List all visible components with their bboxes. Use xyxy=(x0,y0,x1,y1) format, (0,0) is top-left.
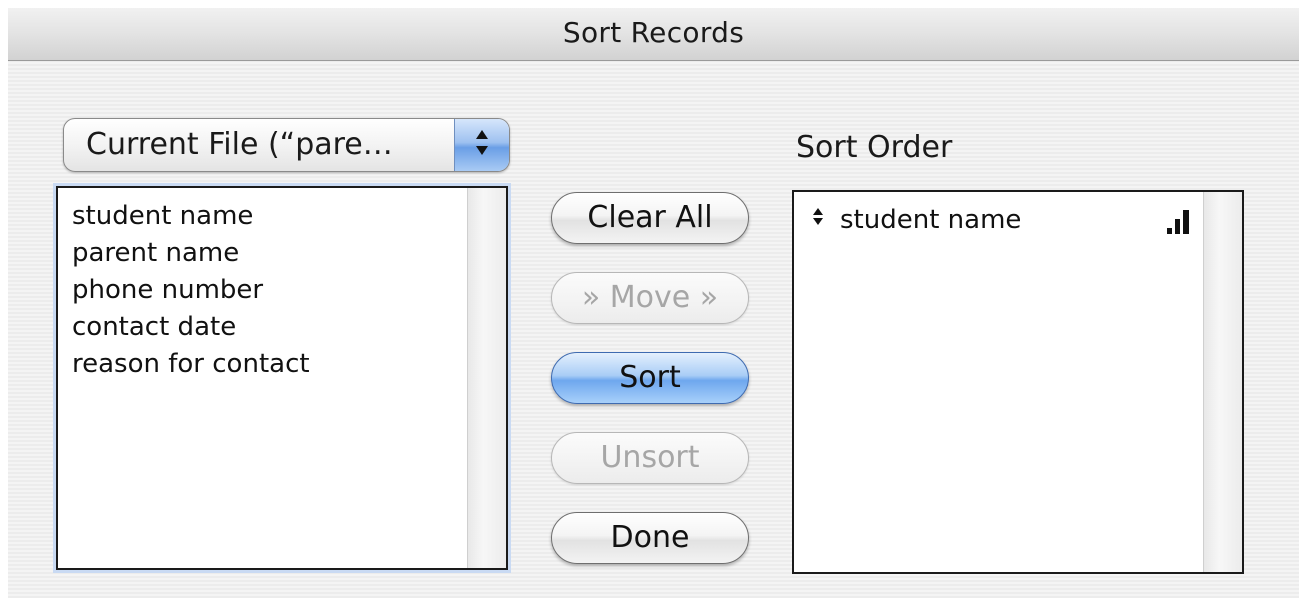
sort-order-list[interactable]: student name xyxy=(792,190,1244,574)
ascending-order-icon xyxy=(1163,208,1193,234)
field-list-item[interactable]: contact date xyxy=(72,309,310,346)
move-button[interactable]: » Move » xyxy=(551,272,749,324)
field-list-item[interactable]: student name xyxy=(72,198,310,235)
clear-all-button[interactable]: Clear All xyxy=(551,192,749,244)
title-bar[interactable]: Sort Records xyxy=(8,8,1299,61)
sort-order-item-label: student name xyxy=(840,205,1022,235)
done-button[interactable]: Done xyxy=(551,512,749,564)
sort-order-title: Sort Order xyxy=(796,130,953,165)
field-list-item[interactable]: phone number xyxy=(72,272,310,309)
sort-order-item[interactable]: student name xyxy=(808,202,1193,239)
reorder-handle-icon[interactable] xyxy=(812,206,824,230)
field-list-item[interactable]: parent name xyxy=(72,235,310,272)
sort-records-dialog: Sort Records Current File (“pare… studen… xyxy=(8,8,1299,598)
field-list-scrollbar[interactable] xyxy=(467,188,506,568)
field-list-item[interactable]: reason for contact xyxy=(72,346,310,383)
popup-arrows-icon xyxy=(454,119,509,171)
window-title: Sort Records xyxy=(562,16,745,49)
unsort-button[interactable]: Unsort xyxy=(551,432,749,484)
sort-button[interactable]: Sort xyxy=(551,352,749,404)
file-popup-label: Current File (“pare… xyxy=(86,127,393,162)
field-list[interactable]: student name parent name phone number co… xyxy=(56,186,508,570)
sort-order-scrollbar[interactable] xyxy=(1203,192,1242,572)
file-popup-button[interactable]: Current File (“pare… xyxy=(63,118,510,172)
